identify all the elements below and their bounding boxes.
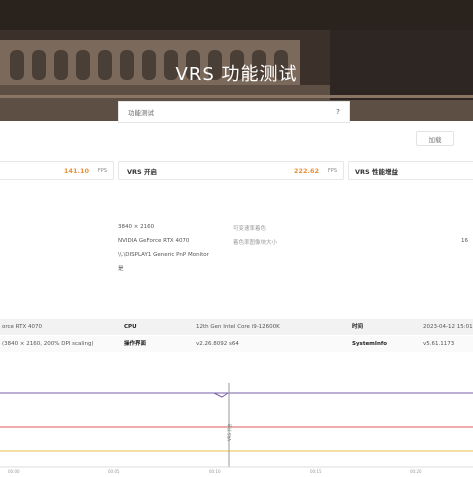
series-dip bbox=[213, 392, 229, 398]
fps-chart: VRS 开启 bbox=[0, 383, 473, 468]
x-tick: 00:20 bbox=[410, 469, 422, 474]
score-value-on: 222.62 bbox=[293, 166, 319, 175]
detail-resolution: 3840 × 2160 bbox=[118, 224, 155, 230]
system-display-value: (3840 × 2160, 200% DPI scaling) bbox=[2, 341, 94, 347]
score-card-vrs-on: VRS 开启 222.62 FPS bbox=[118, 161, 344, 180]
x-tick: 00:05 bbox=[108, 469, 120, 474]
detail-display-extra: 是 bbox=[118, 266, 124, 272]
system-sysinfo-value: v5.61.1173 bbox=[423, 341, 455, 347]
detail-gpu: NVIDIA GeForce RTX 4070 bbox=[118, 238, 190, 244]
system-sysinfo-key: SystemInfo bbox=[352, 341, 388, 347]
system-os-key: 操作界面 bbox=[124, 341, 147, 347]
x-tick: 00:00 bbox=[8, 469, 20, 474]
detail-tile-value: 16 bbox=[461, 238, 468, 244]
detail-label-tile: 着色率图像块大小 bbox=[233, 240, 278, 246]
reload-button[interactable]: 加载 bbox=[416, 131, 454, 146]
help-icon[interactable]: ? bbox=[327, 108, 349, 116]
score-card-vrs-gain: VRS 性能增益 bbox=[348, 161, 473, 180]
score-label-gain: VRS 性能增益 bbox=[355, 167, 398, 176]
detail-display: \\.\DISPLAY1 Generic PnP Monitor bbox=[118, 252, 209, 258]
score-value-off: 141.10 bbox=[63, 166, 89, 175]
x-tick: 00:15 bbox=[310, 469, 322, 474]
system-time-key: 时间 bbox=[352, 324, 364, 330]
system-time-value: 2023-04-12 15:01 + bbox=[423, 324, 473, 330]
system-gpu-value: orce RTX 4070 bbox=[2, 324, 42, 330]
score-unit-on: FPS bbox=[327, 167, 337, 174]
system-os-value: v2.26.8092 s64 bbox=[196, 341, 239, 347]
score-card-vrs-off: 141.10 FPS bbox=[0, 161, 114, 180]
score-unit-off: FPS bbox=[97, 167, 107, 174]
vrs-marker-label: VRS 开启 bbox=[226, 424, 232, 441]
search-placeholder: 功能测试 bbox=[128, 109, 154, 117]
score-label-on: VRS 开启 bbox=[127, 167, 157, 176]
system-cpu-key: CPU bbox=[124, 324, 137, 330]
system-info-row: (3840 × 2160, 200% DPI scaling) 操作界面 v2.… bbox=[0, 336, 473, 352]
system-cpu-value: 12th Gen Intel Core i9-12600K bbox=[196, 324, 280, 330]
search-input[interactable]: 功能测试 ? bbox=[118, 101, 350, 123]
page-title: VRS 功能测试 bbox=[175, 64, 298, 85]
x-tick: 00:10 bbox=[209, 469, 221, 474]
system-info-row: orce RTX 4070 CPU 12th Gen Intel Core i9… bbox=[0, 319, 473, 335]
detail-label-vrs: 可变速率着色 bbox=[233, 226, 267, 232]
